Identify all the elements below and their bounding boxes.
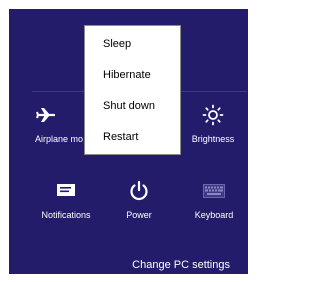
- power-tile[interactable]: Power: [100, 177, 178, 220]
- keyboard-icon: [175, 177, 253, 205]
- hibernate-menu-item[interactable]: Hibernate: [85, 60, 180, 90]
- change-pc-settings-link[interactable]: Change PC settings: [132, 259, 230, 271]
- sleep-menu-item[interactable]: Sleep: [85, 29, 180, 59]
- power-menu: Sleep Hibernate Shut down Restart: [84, 25, 181, 155]
- notifications-icon: [27, 177, 105, 205]
- brightness-tile[interactable]: Brightness: [174, 101, 252, 144]
- power-icon: [100, 177, 178, 205]
- notifications-label: Notifications: [41, 210, 91, 220]
- restart-menu-item[interactable]: Restart: [85, 122, 180, 152]
- shut-down-menu-item[interactable]: Shut down: [85, 91, 180, 121]
- brightness-icon: [174, 101, 252, 129]
- keyboard-tile[interactable]: Keyboard: [175, 177, 253, 220]
- brightness-label: Brightness: [191, 134, 235, 144]
- power-label: Power: [126, 210, 152, 220]
- notifications-tile[interactable]: Notifications: [27, 177, 105, 220]
- keyboard-label: Keyboard: [194, 210, 234, 220]
